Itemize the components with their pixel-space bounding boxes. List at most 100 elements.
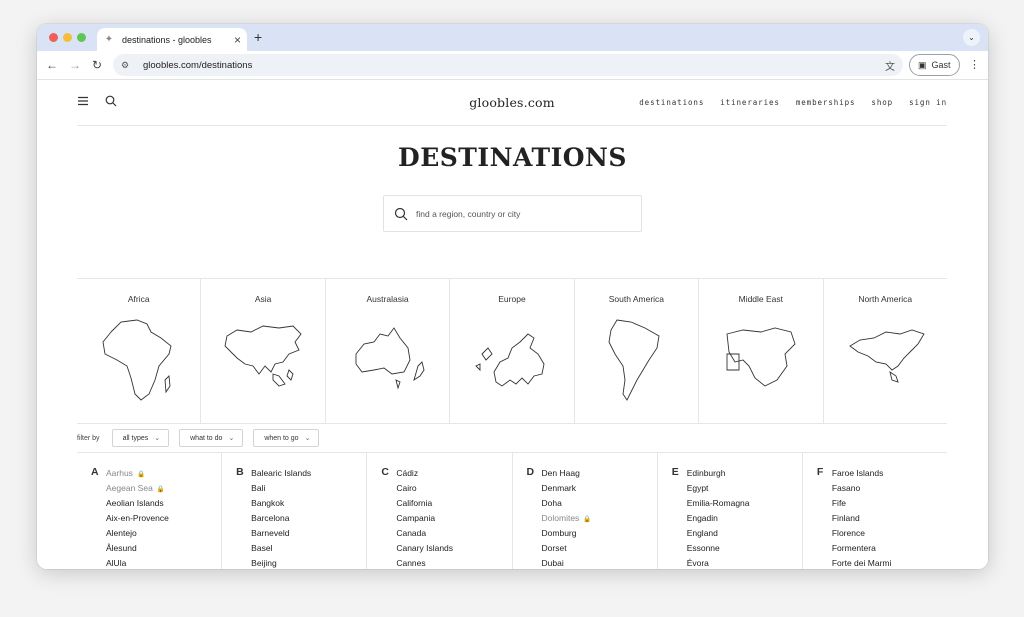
destination-link[interactable]: Alentejo (106, 527, 221, 542)
alpha-letter: B (236, 466, 244, 478)
destination-link[interactable]: Aarhus 🔒 (106, 467, 221, 482)
nav-sign-in[interactable]: sign in (909, 98, 947, 107)
destination-link[interactable]: Ålesund (106, 542, 221, 557)
back-arrow-icon[interactable]: ← (45, 58, 59, 72)
destination-list: Den Haag Denmark Doha Dolomites 🔒 Domburg Dors… (542, 467, 657, 569)
minimize-window-button[interactable] (63, 33, 72, 42)
destination-link[interactable]: England (687, 527, 802, 542)
destination-link[interactable]: Bangkok (251, 497, 366, 512)
browser-toolbar: ← → ↻ ⚙ gloobles.com/destinations 文 ▣ Ga… (37, 51, 988, 80)
destination-link[interactable]: Finland (832, 512, 947, 527)
destination-name: Fasano (831, 483, 861, 493)
reload-icon[interactable]: ↻ (90, 58, 104, 72)
region-card-africa[interactable]: Africa (77, 279, 202, 423)
destination-link[interactable]: Dorset (542, 542, 657, 557)
filter-type-dropdown[interactable]: all types ⌄ (111, 429, 170, 447)
destination-name: Bali (251, 483, 266, 493)
destination-link[interactable]: Emilia-Romagna (687, 497, 802, 512)
destination-link[interactable]: Faroe Islands (832, 467, 947, 482)
destination-name: Doha (541, 498, 562, 508)
destination-search[interactable] (383, 195, 642, 232)
nav-destinations[interactable]: destinations (639, 98, 704, 107)
region-card-asia[interactable]: Asia (201, 279, 326, 423)
destination-link[interactable]: Forte dei Marmi (832, 557, 947, 569)
site-info-icon[interactable]: ⚙ (121, 60, 133, 71)
url-text[interactable]: gloobles.com/destinations (143, 60, 252, 71)
destination-name: Fife (831, 498, 847, 508)
destination-link[interactable]: Dolomites 🔒 (542, 512, 657, 527)
nav-itineraries[interactable]: itineraries (720, 98, 780, 107)
alpha-letter: E (671, 466, 679, 478)
destination-link[interactable]: Doha (542, 497, 657, 512)
destination-name: Barcelona (251, 513, 290, 523)
destination-link[interactable]: Florence (832, 527, 947, 542)
close-tab-icon[interactable]: × (234, 34, 241, 46)
destination-link[interactable]: Engadin (687, 512, 802, 527)
destination-link[interactable]: Dubai (542, 557, 657, 569)
favicon-icon: ✦ (104, 33, 114, 45)
nav-memberships[interactable]: memberships (796, 98, 856, 107)
destination-link[interactable]: Formentera (832, 542, 947, 557)
region-name: Middle East (738, 294, 784, 304)
filter-season-dropdown[interactable]: when to go ⌄ (253, 429, 320, 447)
australasia-map-icon (355, 327, 425, 390)
translate-icon[interactable]: 文 (885, 58, 895, 73)
filter-activity-dropdown[interactable]: what to do ⌄ (179, 429, 244, 447)
profile-label: Gast (931, 60, 951, 70)
region-card-middle-east[interactable]: Middle East (699, 279, 824, 423)
destination-link[interactable]: AlUla (106, 557, 221, 569)
forward-arrow-icon[interactable]: → (68, 58, 82, 72)
destination-link[interactable]: California (396, 497, 511, 512)
destination-link[interactable]: Den Haag (542, 467, 657, 482)
destination-link[interactable]: Beijing (251, 557, 366, 569)
zoom-window-button[interactable] (77, 33, 86, 42)
destination-link[interactable]: Basel (251, 542, 366, 557)
destination-link[interactable]: Fasano (832, 482, 947, 497)
destination-link[interactable]: Domburg (542, 527, 657, 542)
active-tab[interactable]: ✦ destinations - gloobles × (97, 28, 247, 51)
destination-list: Faroe Islands Fasano Fife Finland Florence Fo… (832, 467, 947, 569)
destination-link[interactable]: Canada (396, 527, 511, 542)
destination-link[interactable]: Aeolian Islands (106, 497, 221, 512)
destination-link[interactable]: Canary Islands (396, 542, 511, 557)
region-card-europe[interactable]: Europe (450, 279, 575, 423)
new-tab-button[interactable]: + (254, 30, 262, 44)
destination-link[interactable]: Barcelona (251, 512, 366, 527)
destination-name: Cairo (396, 483, 417, 493)
destination-link[interactable]: Campania (396, 512, 511, 527)
close-window-button[interactable] (49, 33, 58, 42)
destination-link[interactable]: Bali (251, 482, 366, 497)
lock-icon: 🔒 (156, 486, 165, 493)
nav-shop[interactable]: shop (871, 98, 893, 107)
destination-link[interactable]: Cádiz (396, 467, 511, 482)
destination-list: Edinburgh Egypt Emilia-Romagna Engadin Engla… (687, 467, 802, 569)
destination-link[interactable]: Barneveld (251, 527, 366, 542)
destination-link[interactable]: Aix-en-Provence (106, 512, 221, 527)
destination-name: Beijing (251, 558, 277, 568)
destination-link[interactable]: Aegean Sea 🔒 (106, 482, 221, 497)
destination-link[interactable]: Cairo (396, 482, 511, 497)
destination-link[interactable]: Edinburgh (687, 467, 802, 482)
address-bar[interactable]: ⚙ gloobles.com/destinations 文 (113, 54, 903, 76)
tab-title: destinations - gloobles (122, 34, 212, 45)
destination-link[interactable]: Denmark (542, 482, 657, 497)
destination-name: California (396, 498, 433, 508)
destination-link[interactable]: Fife (832, 497, 947, 512)
destination-name: Forte dei Marmi (831, 558, 892, 568)
destination-link[interactable]: Essonne (687, 542, 802, 557)
more-menu-icon[interactable]: ⋮ (969, 58, 980, 72)
alpha-column-b: B Balearic Islands Bali Bangkok Barcelona Bar… (222, 453, 368, 569)
profile-button[interactable]: ▣ Gast (909, 54, 960, 76)
destination-link[interactable]: Balearic Islands (251, 467, 366, 482)
region-card-north-america[interactable]: North America (824, 279, 947, 423)
region-card-south-america[interactable]: South America (575, 279, 700, 423)
destination-link[interactable]: Egypt (687, 482, 802, 497)
site-header: gloobles.com destinations itineraries me… (77, 81, 947, 126)
alpha-letter: D (526, 466, 535, 478)
region-card-australasia[interactable]: Australasia (326, 279, 451, 423)
destination-name: Balearic Islands (251, 468, 312, 478)
destination-link[interactable]: Évora (687, 557, 802, 569)
destination-link[interactable]: Cannes (396, 557, 511, 569)
destination-search-input[interactable] (416, 208, 616, 219)
tab-search-button[interactable]: ⌄ (963, 29, 980, 46)
